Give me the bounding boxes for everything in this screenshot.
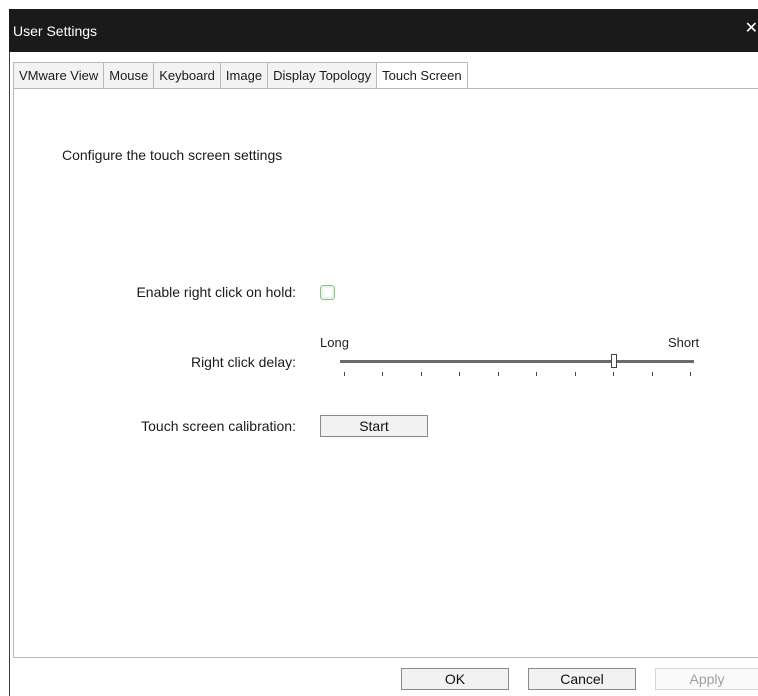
calibration-label: Touch screen calibration: [141,418,296,434]
slider-tick [575,372,576,376]
right-click-label: Enable right click on hold: [136,284,296,300]
close-icon[interactable]: ✕ [745,21,758,37]
slider-tick [536,372,537,376]
tab-keyboard[interactable]: Keyboard [153,62,220,89]
delay-max-label: Short [668,335,700,350]
right-click-checkbox[interactable] [320,285,335,300]
right-click-delay-label: Right click delay: [190,354,296,370]
slider-tick [421,372,422,376]
tab-display-topology[interactable]: Display Topology [267,62,377,89]
delay-min-label: Long [320,335,349,350]
slider-tick [690,372,691,376]
apply-button[interactable]: Apply [655,668,758,690]
tab-vmware-view[interactable]: VMware View [13,62,104,89]
calibration-start-button[interactable]: Start [320,415,428,437]
cancel-button[interactable]: Cancel [528,668,636,690]
slider-tick [382,372,383,376]
delay-slider-track[interactable] [340,360,694,363]
slider-tick [498,372,499,376]
panel-heading: Configure the touch screen settings [62,147,283,163]
ok-button[interactable]: OK [401,668,509,690]
tab-mouse[interactable]: Mouse [103,62,154,89]
slider-tick [459,372,460,376]
slider-tick [344,372,345,376]
slider-tick [652,372,653,376]
tab-touch-screen[interactable]: Touch Screen [376,62,468,91]
tab-strip: VMware View Mouse Keyboard Image Display… [13,62,468,91]
slider-tick [613,372,614,376]
title-bar: User Settings ✕ [9,9,758,52]
window-title: User Settings [13,23,98,39]
tab-image[interactable]: Image [219,62,268,89]
settings-dialog: VMware View Mouse Keyboard Image Display… [9,52,758,696]
touch-screen-panel: Configure the touch screen settings Enab… [13,88,758,658]
delay-slider-thumb[interactable] [611,354,617,368]
